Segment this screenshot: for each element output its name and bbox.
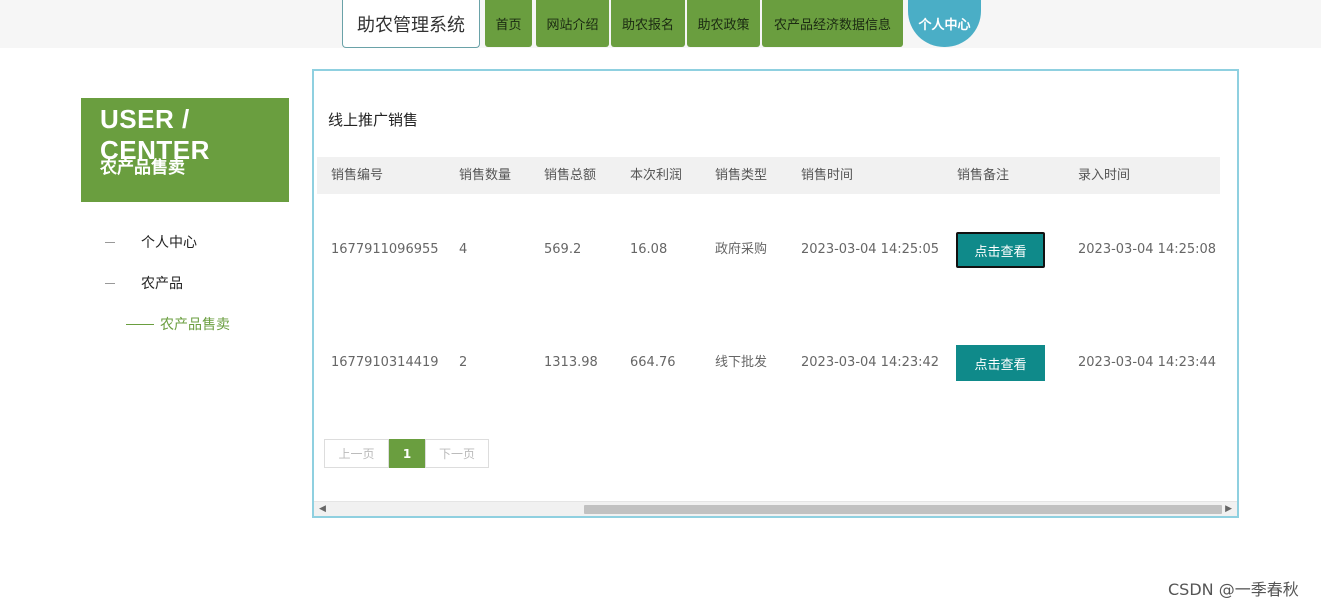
horizontal-scrollbar[interactable]: ◀ ▶ bbox=[314, 501, 1237, 516]
sale-profit: 664.76 bbox=[630, 355, 676, 370]
next-page-button[interactable]: 下一页 bbox=[425, 439, 489, 468]
scrollbar-thumb[interactable] bbox=[584, 505, 1222, 514]
nav-site-intro[interactable]: 网站介绍 bbox=[536, 0, 609, 47]
view-note-button[interactable]: 点击查看 bbox=[956, 345, 1045, 381]
site-brand[interactable]: 助农管理系统 bbox=[342, 0, 480, 48]
table-row: 1677911096955 4 569.2 16.08 政府采购 2023-03… bbox=[317, 230, 1220, 270]
top-nav-bar: 助农管理系统 首页 网站介绍 助农报名 助农政策 农产品经济数据信息 个人中心 bbox=[0, 0, 1321, 48]
sale-type: 线下批发 bbox=[715, 355, 768, 370]
sale-id: 1677910314419 bbox=[331, 355, 439, 370]
line-icon bbox=[126, 323, 154, 325]
sidebar-subitem-product-sales[interactable]: 农产品售卖 bbox=[126, 314, 230, 334]
dash-icon bbox=[105, 241, 115, 243]
column-header: 销售时间 bbox=[801, 168, 854, 183]
scroll-left-icon[interactable]: ◀ bbox=[319, 504, 326, 514]
section-title: 线上推广销售 bbox=[328, 111, 419, 129]
sale-total: 569.2 bbox=[544, 242, 582, 257]
sidebar-subtitle: 农产品售卖 bbox=[100, 158, 185, 178]
nav-user-center[interactable]: 个人中心 bbox=[908, 0, 981, 47]
scroll-right-icon[interactable]: ▶ bbox=[1225, 504, 1232, 514]
sidebar-header: USER / CENTER 农产品售卖 bbox=[81, 98, 289, 202]
sale-total: 1313.98 bbox=[544, 355, 598, 370]
column-header: 销售编号 bbox=[331, 168, 384, 183]
sidebar-item-user-center[interactable]: 个人中心 bbox=[105, 232, 197, 252]
column-header: 销售类型 bbox=[715, 168, 768, 183]
sale-id: 1677911096955 bbox=[331, 242, 439, 257]
dash-icon bbox=[105, 282, 115, 284]
column-header: 销售总额 bbox=[544, 168, 597, 183]
nav-farm-signup[interactable]: 助农报名 bbox=[611, 0, 685, 47]
nav-economic-data[interactable]: 农产品经济数据信息 bbox=[762, 0, 903, 47]
sale-type: 政府采购 bbox=[715, 242, 768, 257]
sidebar-item-farm-products[interactable]: 农产品 bbox=[105, 273, 183, 293]
sale-qty: 4 bbox=[459, 242, 468, 257]
sidebar-item-label: 个人中心 bbox=[141, 235, 197, 251]
sale-qty: 2 bbox=[459, 355, 468, 370]
nav-farm-policy[interactable]: 助农政策 bbox=[687, 0, 760, 47]
pagination: 上一页 1 下一页 bbox=[324, 439, 489, 468]
sales-panel: 线上推广销售 销售编号 销售数量 销售总额 本次利润 销售类型 销售时间 销售备… bbox=[312, 69, 1239, 518]
table-header: 销售编号 销售数量 销售总额 本次利润 销售类型 销售时间 销售备注 录入时间 bbox=[317, 157, 1220, 194]
sidebar-item-label: 农产品 bbox=[141, 276, 183, 292]
nav-home[interactable]: 首页 bbox=[485, 0, 532, 47]
column-header: 录入时间 bbox=[1078, 168, 1131, 183]
entry-time: 2023-03-04 14:25:08 bbox=[1078, 242, 1217, 257]
sale-time: 2023-03-04 14:25:05 bbox=[801, 242, 940, 257]
sidebar-subitem-label: 农产品售卖 bbox=[160, 317, 230, 333]
column-header: 本次利润 bbox=[630, 168, 683, 183]
table-row: 1677910314419 2 1313.98 664.76 线下批发 2023… bbox=[317, 343, 1220, 383]
column-header: 销售备注 bbox=[957, 168, 1010, 183]
prev-page-button[interactable]: 上一页 bbox=[324, 439, 389, 468]
entry-time: 2023-03-04 14:23:44 bbox=[1078, 355, 1217, 370]
view-note-button[interactable]: 点击查看 bbox=[956, 232, 1045, 268]
column-header: 销售数量 bbox=[459, 168, 512, 183]
page-1-button[interactable]: 1 bbox=[389, 439, 425, 468]
sale-time: 2023-03-04 14:23:42 bbox=[801, 355, 940, 370]
watermark: CSDN @一季春秋 bbox=[1168, 580, 1299, 599]
sale-profit: 16.08 bbox=[630, 242, 668, 257]
